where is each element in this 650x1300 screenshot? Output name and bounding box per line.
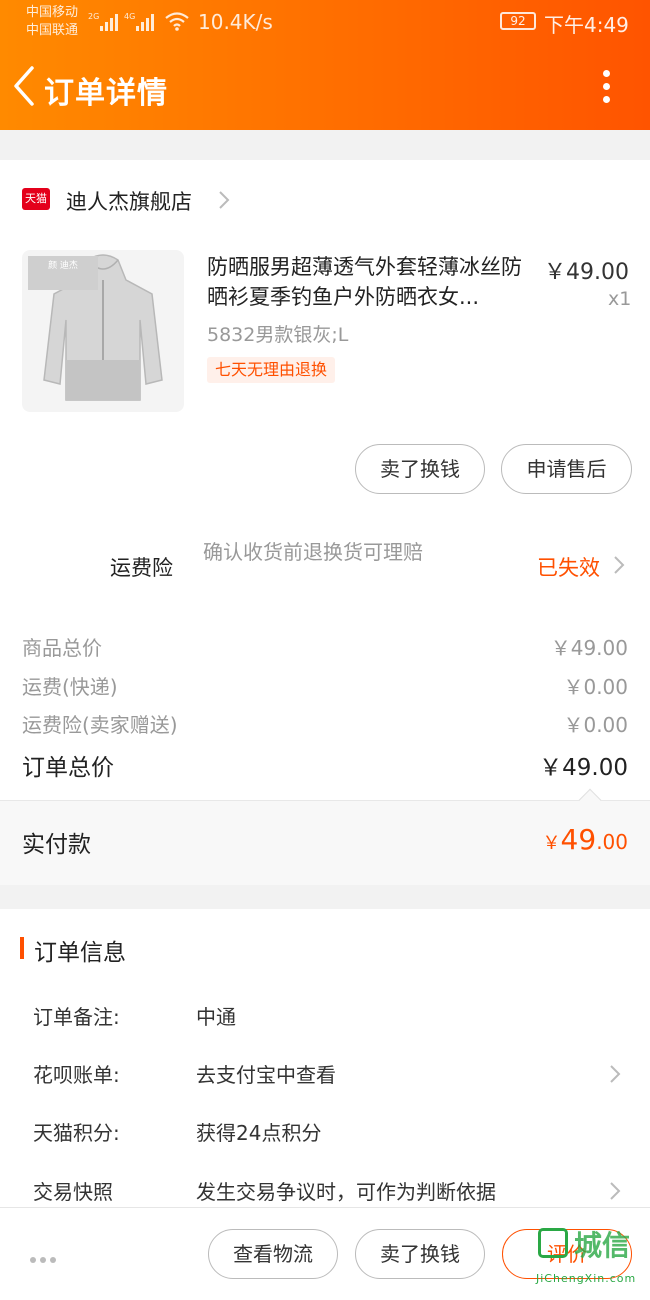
info-row-huabei[interactable]: 花呗账单: 去支付宝中查看 (0, 1059, 650, 1091)
shipping-insurance-status[interactable]: 已失效 (537, 552, 600, 582)
status-bar: 中国移动 中国联通 2G 4G 10.4K/s 92 下午4:49 (0, 0, 650, 46)
paid-decimal: .00 (596, 830, 628, 854)
shipping-insurance-label: 运费险 (110, 556, 173, 580)
chevron-right-icon[interactable] (608, 1180, 622, 1202)
signal-icon-1: 2G (88, 12, 118, 31)
paid-label: 实付款 (22, 832, 91, 858)
watermark-logo: 城信 JiChengXin.com (534, 1220, 650, 1300)
info-row-remark: 订单备注: 中通 (0, 1001, 650, 1033)
watermark-text: 城信 (574, 1229, 631, 1262)
clock: 下午4:49 (544, 13, 629, 37)
info-value[interactable]: 发生交易争议时，可作为判断依据 (196, 1176, 496, 1205)
info-key: 交易快照 (33, 1180, 113, 1204)
info-row-points: 天猫积分: 获得24点积分 (0, 1117, 650, 1149)
paid-value: ￥49.00 (543, 823, 628, 856)
app-header: 中国移动 中国联通 2G 4G 10.4K/s 92 下午4:49 订单详情 (0, 0, 650, 130)
fee-value: ￥0.00 (563, 713, 628, 737)
battery-icon: 92 (500, 12, 536, 30)
fee-row-goods: 商品总价 ￥49.00 (22, 632, 628, 662)
carrier-1: 中国移动 (26, 5, 79, 20)
info-key: 天猫积分: (33, 1121, 120, 1145)
fee-row-shipping: 运费(快递) ￥0.00 (22, 671, 628, 701)
network-type-1: 2G (88, 12, 99, 21)
info-value: 中通 (196, 1005, 236, 1029)
paid-amount-section: 实付款 ￥49.00 (0, 788, 650, 885)
return-policy-badge: 七天无理由退换 (207, 357, 336, 383)
shipping-insurance-desc: 确认收货前退换货可理赔 (203, 540, 423, 564)
order-total-label: 订单总价 (22, 755, 114, 781)
paid-integer: 49 (560, 823, 597, 856)
product-title[interactable]: 防晒服男超薄透气外套轻薄冰丝防晒衫夏季钓鱼户外防晒衣女... (207, 252, 537, 312)
more-icon[interactable] (594, 66, 618, 108)
sell-exchange-button[interactable]: 卖了换钱 (355, 1229, 485, 1279)
more-dots-icon[interactable] (30, 1248, 62, 1263)
signal-icon-2: 4G (124, 12, 154, 31)
watermark-url: JiChengXin.com (536, 1272, 637, 1285)
back-icon[interactable] (10, 64, 40, 108)
wifi-icon (165, 12, 189, 31)
order-item-card: 天猫 迪人杰旗舰店 颜 迪杰 防晒服男超薄透气外套轻薄冰丝防晒衫夏季钓鱼户外防晒… (0, 160, 650, 885)
page-title: 订单详情 (44, 76, 168, 111)
paid-currency: ￥ (542, 833, 561, 854)
info-value[interactable]: 去支付宝中查看 (196, 1059, 336, 1088)
carrier-2: 中国联通 (26, 23, 79, 38)
watermark-icon (538, 1228, 568, 1258)
product-image[interactable]: 颜 迪杰 (22, 250, 184, 412)
tmall-logo-icon: 天猫 (22, 188, 50, 210)
network-type-2: 4G (124, 12, 135, 21)
order-info-card: 订单信息 订单备注: 中通 花呗账单: 去支付宝中查看 天猫积分: 获得24点积… (0, 909, 650, 1209)
product-image-tag: 颜 迪杰 (28, 256, 98, 290)
info-key: 花呗账单: (33, 1063, 120, 1087)
fee-label: 运费险(卖家赠送) (22, 713, 178, 737)
sell-exchange-button[interactable]: 卖了换钱 (355, 444, 485, 494)
fee-label: 商品总价 (22, 636, 102, 660)
shop-name[interactable]: 迪人杰旗舰店 (66, 186, 192, 216)
fee-row-insurance: 运费险(卖家赠送) ￥0.00 (22, 709, 628, 739)
view-logistics-button[interactable]: 查看物流 (208, 1229, 338, 1279)
after-sale-button[interactable]: 申请售后 (501, 444, 632, 494)
product-price: ￥49.00 (544, 260, 629, 285)
chevron-right-icon[interactable] (612, 554, 626, 576)
product-quantity: x1 (608, 288, 632, 310)
info-key: 订单备注: (33, 1005, 120, 1029)
fee-label: 运费(快递) (22, 675, 118, 699)
fee-value: ￥49.00 (550, 636, 628, 660)
network-speed: 10.4K/s (198, 10, 273, 34)
fee-value: ￥0.00 (563, 675, 628, 699)
info-row-snapshot[interactable]: 交易快照 发生交易争议时，可作为判断依据 (0, 1176, 650, 1208)
fee-row-total: 订单总价 ￥49.00 (22, 748, 628, 781)
chevron-right-icon[interactable] (216, 188, 232, 212)
section-accent-bar (20, 937, 24, 959)
product-sku: 5832男款银灰;L (207, 324, 349, 346)
chevron-right-icon[interactable] (608, 1063, 622, 1085)
section-title: 订单信息 (34, 940, 126, 966)
carrier-labels: 中国移动 中国联通 (26, 4, 78, 40)
order-total-value: ￥49.00 (539, 755, 628, 781)
info-value: 获得24点积分 (196, 1121, 322, 1145)
